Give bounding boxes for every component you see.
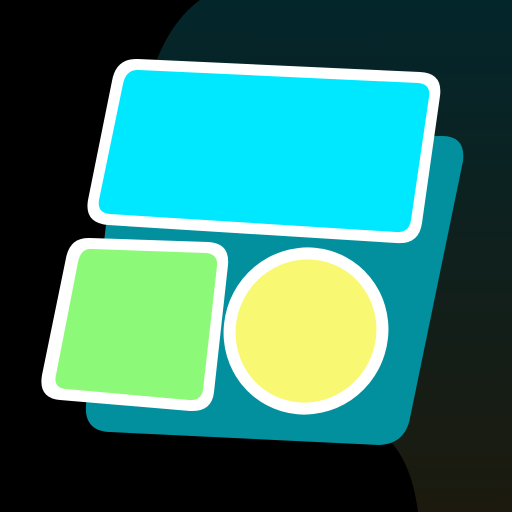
app-icon <box>0 0 512 512</box>
left-tile <box>55 248 218 401</box>
top-tile <box>98 69 430 233</box>
